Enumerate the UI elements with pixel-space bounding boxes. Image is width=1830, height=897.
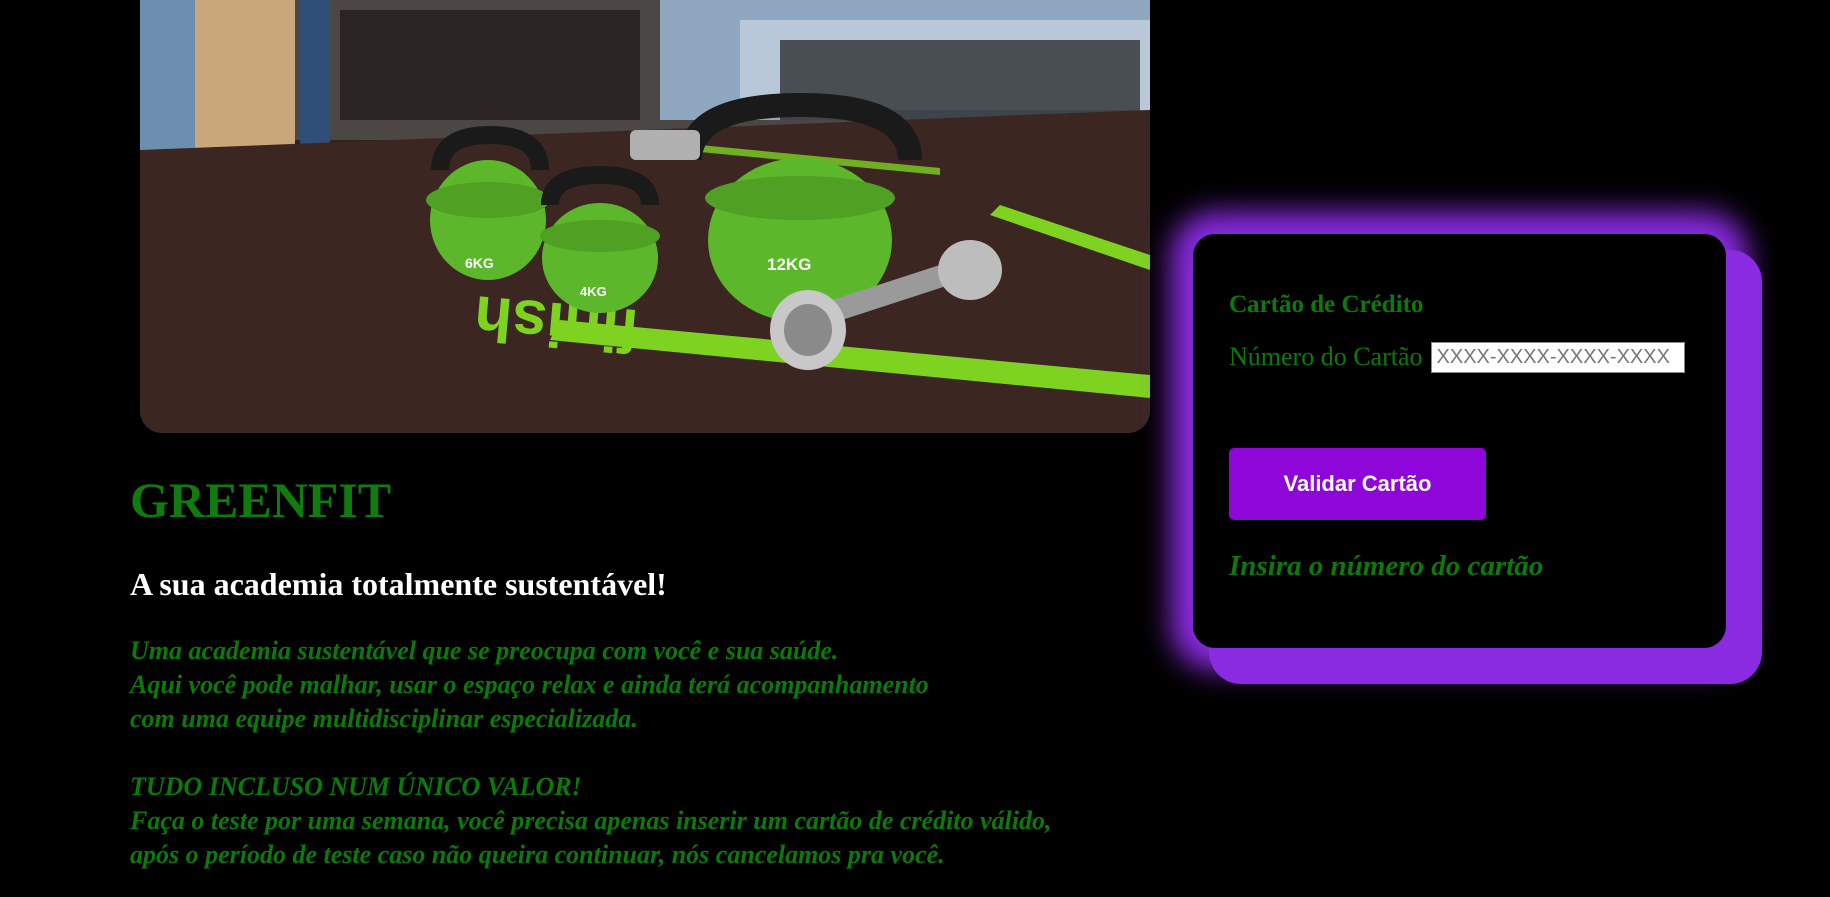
hero-gym-image: finish 6KG 4KG 12KG <box>140 0 1150 433</box>
offer-line: Faça o teste por uma semana, você precis… <box>130 806 1052 835</box>
tagline: A sua academia totalmente sustentável! <box>130 566 667 602</box>
validate-card-button[interactable]: Validar Cartão <box>1229 448 1486 520</box>
description: Uma academia sustentável que se preocupa… <box>130 634 1210 736</box>
kettlebell-4kg-label: 4KG <box>580 284 607 299</box>
brand-title: GREENFIT <box>130 472 392 528</box>
main-content: GREENFIT A sua academia totalmente suste… <box>130 470 1210 872</box>
card-form-title: Cartão de Crédito <box>1229 291 1424 318</box>
description-line: Aqui você pode malhar, usar o espaço rel… <box>130 670 929 699</box>
kettlebell-6kg-label: 6KG <box>465 255 494 271</box>
description-line: Uma academia sustentável que se preocupa… <box>130 636 839 665</box>
card-number-label: Número do Cartão <box>1229 342 1423 371</box>
credit-card-panel: Cartão de Crédito Número do Cartão Valid… <box>1193 234 1726 648</box>
offer-headline: TUDO INCLUSO NUM ÚNICO VALOR! <box>130 772 582 801</box>
kettlebell-12kg-label: 12KG <box>767 255 811 274</box>
card-number-row: Número do Cartão <box>1229 340 1690 374</box>
gym-photo: finish 6KG 4KG 12KG <box>140 0 1150 433</box>
description-line: com uma equipe multidisciplinar especial… <box>130 704 638 733</box>
offer-line: após o período de teste caso não queira … <box>130 840 945 869</box>
offer: TUDO INCLUSO NUM ÚNICO VALOR! Faça o tes… <box>130 770 1210 872</box>
card-number-input[interactable] <box>1430 341 1685 373</box>
status-message: Insira o número do cartão <box>1229 550 1544 582</box>
landing-page: finish 6KG 4KG 12KG GREENFIT A sua acade… <box>0 0 1830 897</box>
